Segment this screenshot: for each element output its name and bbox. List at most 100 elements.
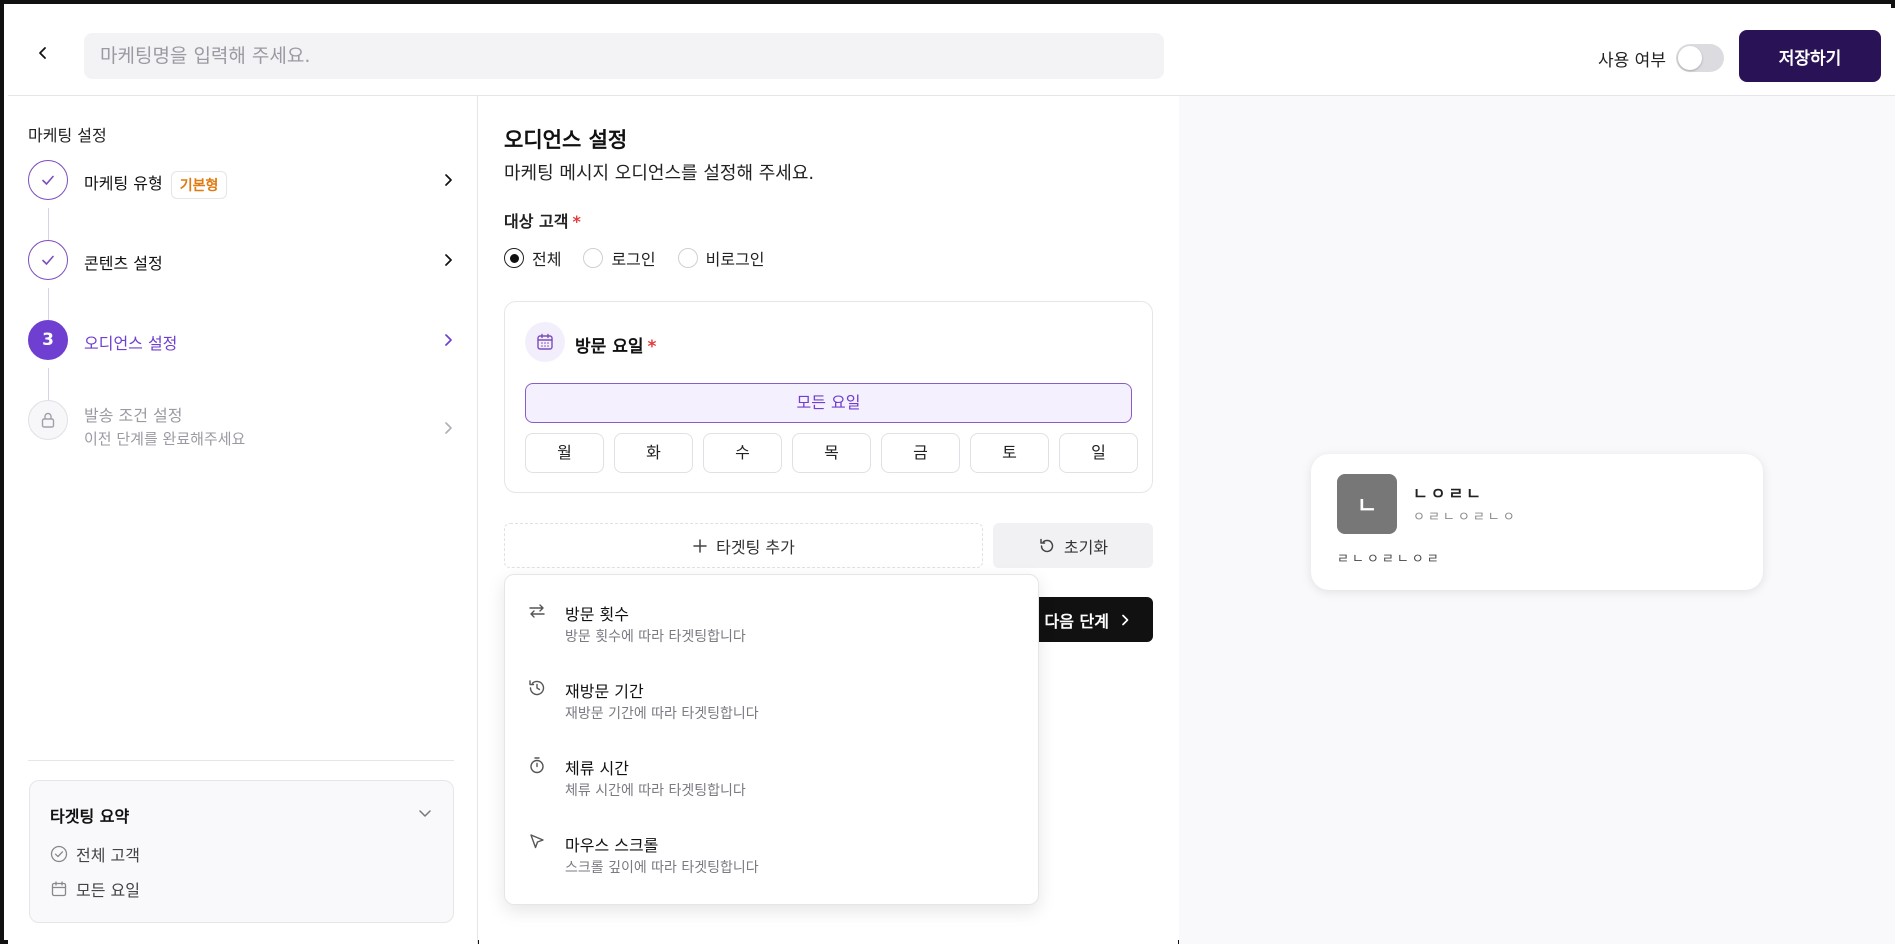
all-days-button[interactable]: 모든 요일 <box>525 383 1132 423</box>
radio-dot <box>677 248 698 268</box>
plus-icon <box>693 538 707 553</box>
visit-day-card: 방문 요일 * 모든 요일 월 화 수 목 금 토 일 <box>504 301 1153 493</box>
add-targeting-label: 타겟팅 추가 <box>716 537 795 557</box>
targeting-summary: 타겟팅 요약 전체 고객 모든 요일 <box>29 780 454 923</box>
radio-dot <box>504 248 524 268</box>
dropdown-item-description: 스크롤 깊이에 따라 타겟팅합니다 <box>565 860 759 876</box>
avatar: ㄴ <box>1337 474 1397 534</box>
dropdown-item-description: 재방문 기간에 따라 타겟팅합니다 <box>565 706 759 722</box>
required-mark: * <box>572 212 581 231</box>
dropdown-item-visit-count[interactable]: 방문 횟수 방문 횟수에 따라 타겟팅합니다 <box>505 597 1040 667</box>
step-label: 마케팅 유형 기본형 <box>84 170 228 199</box>
chevron-right-icon <box>438 250 458 270</box>
page-description: 마케팅 메시지 오디언스를 설정해 주세요. <box>504 163 815 184</box>
check-circle-icon <box>50 845 68 863</box>
dropdown-item-mouse-scroll[interactable]: 마우스 스크롤 스크롤 깊이에 따라 타겟팅합니다 <box>505 828 1040 898</box>
toggle-knob <box>1678 46 1702 70</box>
timer-icon <box>527 755 547 775</box>
summary-item-text: 모든 요일 <box>76 881 140 900</box>
summary-item: 모든 요일 <box>50 877 140 901</box>
preview-body: ㄹㄴㅇㄹㄴㅇㄹ <box>1337 552 1442 567</box>
step-number: 3 <box>28 320 68 360</box>
history-icon <box>527 678 547 698</box>
calendar-icon <box>51 881 67 897</box>
step-label: 발송 조건 설정 <box>84 406 183 425</box>
message-preview-card: ㄴ ㄴㅇㄹㄴ ㅇㄹㄴㅇㄹㄴㅇ ㄹㄴㅇㄹㄴㅇㄹ <box>1311 454 1763 590</box>
radio-dot <box>583 248 604 268</box>
page-title: 오디언스 설정 <box>504 128 628 152</box>
day-button-fri[interactable]: 금 <box>881 433 960 473</box>
next-step-label: 다음 단계 <box>1044 611 1109 631</box>
summary-title: 타겟팅 요약 <box>50 807 130 826</box>
required-mark: * <box>647 337 657 357</box>
cursor-icon <box>527 832 547 852</box>
lock-icon <box>28 400 68 440</box>
target-radio-group: 전체 로그인 비로그인 <box>504 246 765 270</box>
dropdown-item-revisit-period[interactable]: 재방문 기간 재방문 기간에 따라 타겟팅합니다 <box>505 674 1040 744</box>
marketing-name-input[interactable] <box>84 33 1164 79</box>
step-content-settings[interactable]: 콘텐츠 설정 <box>28 240 458 300</box>
day-button-thu[interactable]: 목 <box>792 433 871 473</box>
radio-label: 로그인 <box>611 250 656 269</box>
visit-day-title-text: 방문 요일 <box>575 337 644 357</box>
chevron-right-icon <box>438 330 458 350</box>
reset-label: 초기화 <box>1063 537 1109 557</box>
save-button[interactable]: 저장하기 <box>1739 30 1881 82</box>
repeat-icon <box>527 601 547 621</box>
dropdown-item-label: 체류 시간 <box>565 759 629 778</box>
step-label-text: 마케팅 유형 <box>84 174 163 193</box>
sidebar-title: 마케팅 설정 <box>28 126 107 145</box>
weekday-buttons: 월 화 수 목 금 토 일 <box>525 433 1138 473</box>
target-customer-label: 대상 고객 * <box>504 208 581 232</box>
chevron-right-icon <box>438 418 458 438</box>
check-icon <box>28 160 68 200</box>
step-audience-settings[interactable]: 3 오디언스 설정 <box>28 320 458 380</box>
use-toggle[interactable] <box>1676 44 1724 72</box>
step-marketing-type[interactable]: 마케팅 유형 기본형 <box>28 160 458 220</box>
dropdown-item-label: 재방문 기간 <box>565 682 644 701</box>
chevron-left-icon <box>39 47 46 59</box>
day-button-mon[interactable]: 월 <box>525 433 604 473</box>
target-label-text: 대상 고객 <box>504 212 569 231</box>
step-label: 콘텐츠 설정 <box>84 254 163 273</box>
step-sublabel: 이전 단계를 완료해주세요 <box>84 430 246 448</box>
add-targeting-button[interactable]: 타겟팅 추가 <box>504 523 983 568</box>
dropdown-item-label: 방문 횟수 <box>565 605 629 624</box>
chevron-down-icon[interactable] <box>415 803 435 823</box>
dropdown-item-dwell-time[interactable]: 체류 시간 체류 시간에 따라 타겟팅합니다 <box>505 751 1040 821</box>
dropdown-item-label: 마우스 스크롤 <box>565 836 659 855</box>
day-button-sat[interactable]: 토 <box>970 433 1049 473</box>
radio-label: 비로그인 <box>705 250 765 269</box>
type-badge: 기본형 <box>170 170 228 199</box>
step-label: 오디언스 설정 <box>84 334 178 353</box>
audience-panel: 오디언스 설정 마케팅 메시지 오디언스를 설정해 주세요. 대상 고객 * 전체… <box>479 96 1178 944</box>
day-button-wed[interactable]: 수 <box>703 433 782 473</box>
targeting-dropdown: 방문 횟수 방문 횟수에 따라 타겟팅합니다 재방문 기간 재방문 기간에 따라… <box>504 574 1039 905</box>
calendar-icon <box>525 322 565 362</box>
reset-icon <box>1040 538 1054 552</box>
radio-label: 전체 <box>532 250 562 269</box>
radio-login[interactable]: 로그인 <box>583 246 656 270</box>
radio-all[interactable]: 전체 <box>504 246 561 270</box>
step-send-conditions[interactable]: 발송 조건 설정 이전 단계를 완료해주세요 <box>28 400 458 464</box>
top-header: 사용 여부 저장하기 <box>8 8 1895 96</box>
summary-item: 전체 고객 <box>50 842 140 866</box>
preview-subtitle: ㅇㄹㄴㅇㄹㄴㅇ <box>1413 510 1518 525</box>
summary-item-text: 전체 고객 <box>76 846 140 865</box>
preview-panel: ㄴ ㄴㅇㄹㄴ ㅇㄹㄴㅇㄹㄴㅇ ㄹㄴㅇㄹㄴㅇㄹ <box>1179 96 1895 944</box>
dropdown-item-description: 체류 시간에 따라 타겟팅합니다 <box>565 783 746 799</box>
day-button-tue[interactable]: 화 <box>614 433 693 473</box>
visit-day-title: 방문 요일 * <box>575 332 656 357</box>
app-frame: 사용 여부 저장하기 마케팅 설정 마케팅 유형 기본형 콘텐츠 설정 <box>0 0 1895 944</box>
reset-button[interactable]: 초기화 <box>993 523 1153 568</box>
use-toggle-label: 사용 여부 <box>1598 51 1666 71</box>
chevron-right-icon <box>1122 614 1129 625</box>
dropdown-item-description: 방문 횟수에 따라 타겟팅합니다 <box>565 629 746 645</box>
back-button[interactable] <box>28 38 58 68</box>
radio-non-login[interactable]: 비로그인 <box>677 246 765 270</box>
preview-name: ㄴㅇㄹㄴ <box>1413 484 1484 503</box>
day-button-sun[interactable]: 일 <box>1059 433 1138 473</box>
check-icon <box>28 240 68 280</box>
left-sidebar: 마케팅 설정 마케팅 유형 기본형 콘텐츠 설정 3 오디언스 설정 발송 조건… <box>8 96 478 944</box>
chevron-right-icon <box>438 170 458 190</box>
